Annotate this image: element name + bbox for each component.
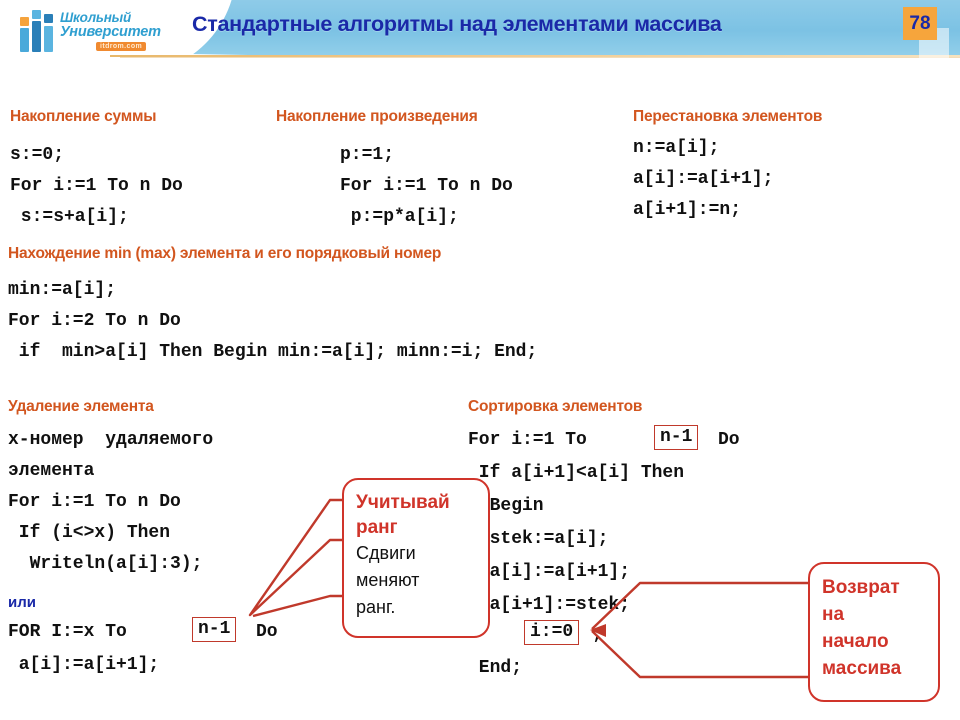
- code-delete-part-a: x-номер удаляемого элемента For i:=1 To …: [8, 430, 214, 574]
- section-title-sort: Сортировка элементов: [468, 398, 643, 415]
- callout-restart-line1: Возврат: [822, 577, 900, 598]
- code-sort-line1-post: Do: [718, 430, 740, 450]
- logo-block-icon: [32, 21, 41, 52]
- callout-restart-line2: на: [822, 604, 845, 625]
- code-delete-for-pre: FOR I:=x To: [8, 622, 138, 642]
- callout-rank: Учитывай ранг Сдвиги меняют ранг.: [342, 478, 490, 638]
- callout-restart: Возврат на начало массива: [808, 562, 940, 702]
- section-title-delete: Удаление элемента: [8, 398, 154, 415]
- code-sort-line6: a[i+1]:=stek;: [468, 595, 631, 615]
- code-sort-line2: If a[i+1]<a[i] Then: [468, 463, 685, 483]
- code-sort-line1-pre: For i:=1 To: [468, 430, 598, 450]
- code-sort-line5: a[i]:=a[i+1];: [468, 562, 631, 582]
- code-minmax: min:=a[i]; For i:=2 To n Do if min>a[i] …: [8, 280, 538, 362]
- callout-rank-body-line2: меняют: [356, 570, 420, 590]
- header-gold-rule-soft: [120, 57, 960, 58]
- logo-line-1: Школьный: [60, 10, 132, 25]
- slide-canvas: Стандартные алгоритмы над элементами мас…: [0, 0, 960, 720]
- logo-wordmark: Школьный Университет: [60, 10, 161, 40]
- logo-block-icon: [20, 28, 29, 52]
- section-title-minmax: Нахождение min (max) элемента и его поря…: [8, 245, 442, 262]
- callout-restart-line3: начало: [822, 631, 889, 652]
- logo: Школьный Университет itdrom.com: [8, 4, 186, 62]
- section-title-product: Накопление произведения: [276, 108, 478, 125]
- logo-url-badge: itdrom.com: [96, 42, 147, 51]
- callout-restart-line4: массива: [822, 658, 902, 679]
- page-number-badge: 78: [903, 7, 937, 40]
- callout-rank-body-line1: Сдвиги: [356, 543, 416, 563]
- logo-block-icon: [20, 17, 29, 26]
- code-sort-line7-post: ;: [592, 625, 603, 645]
- code-sort-line8: End;: [468, 658, 523, 678]
- code-product: p:=1; For i:=1 To n Do p:=p*a[i];: [340, 145, 513, 227]
- section-title-sum: Накопление суммы: [10, 108, 157, 125]
- highlight-box-i-reset: i:=0: [524, 620, 580, 645]
- code-swap: n:=a[i]; a[i]:=a[i+1]; a[i+1]:=n;: [633, 138, 774, 220]
- section-title-swap: Перестановка элементов: [633, 108, 823, 125]
- delete-or-label: или: [8, 594, 36, 611]
- logo-block-icon: [32, 10, 41, 19]
- code-delete-shift: a[i]:=a[i+1];: [8, 655, 160, 675]
- logo-block-icon: [44, 14, 53, 23]
- code-delete-for-post: Do: [256, 622, 278, 642]
- callout-rank-heading-line2: ранг: [356, 517, 398, 538]
- highlight-box-n-minus-1-sort: n-1: [654, 425, 699, 450]
- logo-line-2: Университет: [60, 24, 161, 40]
- callout-rank-heading-line1: Учитывай: [356, 492, 450, 513]
- page-title: Стандартные алгоритмы над элементами мас…: [192, 12, 722, 36]
- callout-rank-body-line3: ранг.: [356, 597, 396, 617]
- logo-block-icon: [44, 26, 53, 52]
- highlight-box-n-minus-1-delete: n-1: [192, 617, 237, 642]
- code-sum: s:=0; For i:=1 To n Do s:=s+a[i];: [10, 145, 183, 227]
